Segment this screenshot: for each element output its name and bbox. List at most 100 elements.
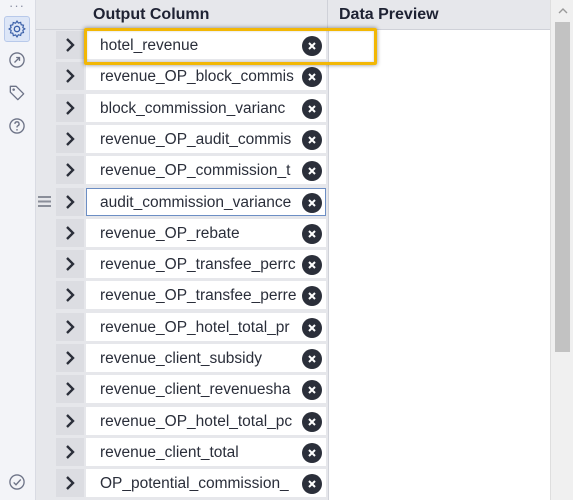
- chevron-right-icon: [66, 319, 75, 334]
- clear-field-icon[interactable]: [302, 98, 322, 119]
- expand-row-button[interactable]: [56, 344, 84, 372]
- output-column-field[interactable]: hotel_revenue: [86, 31, 326, 59]
- clear-field-icon[interactable]: [302, 442, 322, 463]
- table-row[interactable]: revenue_OP_audit_commis: [36, 124, 328, 155]
- chevron-right-icon: [66, 351, 75, 365]
- output-column-field[interactable]: revenue_client_revenuesha: [86, 375, 326, 404]
- output-column-name: revenue_OP_transfee_perre: [100, 287, 297, 305]
- clear-field-icon[interactable]: [302, 67, 322, 88]
- drag-handle-icon[interactable]: [36, 312, 53, 342]
- more-dots-icon[interactable]: ···: [9, 0, 25, 13]
- tag-icon[interactable]: [5, 81, 29, 105]
- output-column-name: revenue_OP_hotel_total_pc: [100, 412, 293, 430]
- chevron-right-icon: [66, 382, 75, 397]
- output-column-name: revenue_OP_rebate: [100, 224, 240, 242]
- output-column-name: revenue_client_revenuesha: [100, 381, 291, 399]
- chevron-right-icon: [66, 132, 75, 146]
- output-column-field[interactable]: revenue_OP_commission_t: [86, 156, 326, 185]
- drag-handle-icon[interactable]: [36, 468, 53, 498]
- drag-handle-icon[interactable]: [36, 218, 53, 248]
- scrollbar-thumb[interactable]: [555, 22, 570, 352]
- expand-row-button[interactable]: [56, 437, 84, 466]
- output-column-field[interactable]: revenue_OP_block_commis: [86, 62, 326, 91]
- drag-handle-icon[interactable]: [36, 280, 53, 310]
- table-row[interactable]: revenue_client_revenuesha: [36, 374, 328, 406]
- table-row[interactable]: hotel_revenue: [36, 30, 328, 61]
- drag-handle-icon[interactable]: [36, 61, 53, 91]
- table-row[interactable]: OP_potential_commission_: [36, 468, 328, 500]
- table-row[interactable]: revenue_client_subsidy: [36, 343, 328, 374]
- output-column-field[interactable]: audit_commission_variance: [86, 187, 326, 216]
- clear-field-icon[interactable]: [302, 380, 322, 401]
- expand-row-button[interactable]: [56, 469, 84, 498]
- expand-row-button[interactable]: [56, 312, 84, 341]
- drag-handle-icon[interactable]: [36, 406, 53, 436]
- output-column-field[interactable]: block_commission_varianc: [86, 93, 326, 122]
- vertical-scrollbar[interactable]: [550, 0, 573, 500]
- output-column-field[interactable]: revenue_OP_hotel_total_pr: [86, 312, 326, 341]
- drag-handle-icon[interactable]: [36, 124, 53, 154]
- clear-field-icon[interactable]: [302, 474, 322, 495]
- expand-row-button[interactable]: [56, 124, 84, 153]
- table-row[interactable]: revenue_OP_commission_t: [36, 155, 328, 187]
- table-row[interactable]: block_commission_varianc: [36, 93, 328, 124]
- expand-row-button[interactable]: [56, 281, 84, 310]
- expand-row-button[interactable]: [56, 62, 84, 91]
- table-row[interactable]: revenue_OP_rebate: [36, 218, 328, 249]
- data-preview-header[interactable]: Data Preview: [328, 0, 550, 30]
- chevron-right-icon: [66, 163, 75, 178]
- clear-field-icon[interactable]: [302, 286, 322, 307]
- drag-handle-icon[interactable]: [36, 249, 53, 279]
- output-column-field[interactable]: revenue_client_subsidy: [86, 344, 326, 372]
- table-row[interactable]: revenue_OP_transfee_perre: [36, 280, 328, 312]
- drag-handle-icon[interactable]: [36, 30, 53, 60]
- drag-handle-icon[interactable]: [36, 343, 53, 373]
- expand-row-button[interactable]: [56, 375, 84, 404]
- clear-field-icon[interactable]: [302, 349, 322, 369]
- scroll-up-arrow-icon[interactable]: [551, 0, 573, 22]
- drag-handle-icon[interactable]: [36, 155, 53, 185]
- expand-row-button[interactable]: [56, 187, 84, 216]
- drag-handle-icon[interactable]: [36, 374, 53, 404]
- clear-field-icon[interactable]: [302, 129, 322, 150]
- output-column-field[interactable]: OP_potential_commission_: [86, 469, 326, 498]
- output-column-field[interactable]: revenue_OP_hotel_total_pc: [86, 406, 326, 435]
- clear-field-icon[interactable]: [302, 161, 322, 182]
- clear-field-icon[interactable]: [302, 223, 322, 244]
- table-row[interactable]: revenue_OP_hotel_total_pr: [36, 312, 328, 343]
- output-column-field[interactable]: revenue_OP_transfee_perre: [86, 281, 326, 310]
- expand-row-button[interactable]: [56, 406, 84, 435]
- chevron-right-icon: [66, 445, 75, 459]
- help-icon[interactable]: [5, 114, 29, 138]
- drag-handle-icon[interactable]: [36, 437, 53, 467]
- drag-handle-icon[interactable]: [36, 187, 53, 217]
- clear-field-icon[interactable]: [302, 192, 322, 213]
- expand-row-button[interactable]: [56, 218, 84, 247]
- expand-row-button[interactable]: [56, 156, 84, 185]
- output-column-field[interactable]: revenue_client_total: [86, 437, 326, 466]
- expand-row-button[interactable]: [56, 250, 84, 279]
- table-row[interactable]: audit_commission_variance: [36, 187, 328, 218]
- chevron-right-icon: [66, 194, 75, 209]
- clear-field-icon[interactable]: [302, 255, 322, 276]
- check-circle-icon[interactable]: [5, 470, 29, 494]
- expand-row-button[interactable]: [56, 93, 84, 122]
- gear-icon[interactable]: [4, 16, 30, 42]
- clear-field-icon[interactable]: [302, 36, 322, 56]
- target-arrow-icon[interactable]: [5, 48, 29, 72]
- clear-field-icon[interactable]: [302, 317, 322, 338]
- table-row[interactable]: revenue_client_total: [36, 437, 328, 468]
- table-row[interactable]: revenue_OP_transfee_perrc: [36, 249, 328, 281]
- output-column-field[interactable]: revenue_OP_transfee_perrc: [86, 250, 326, 279]
- chevron-right-icon: [66, 413, 75, 428]
- drag-handle-icon[interactable]: [36, 93, 53, 123]
- chevron-right-icon: [66, 476, 75, 491]
- output-column-field[interactable]: revenue_OP_audit_commis: [86, 124, 326, 153]
- expand-row-button[interactable]: [56, 31, 84, 59]
- table-row[interactable]: revenue_OP_block_commis: [36, 61, 328, 93]
- output-column-header[interactable]: Output Column: [86, 0, 328, 30]
- table-row[interactable]: revenue_OP_hotel_total_pc: [36, 406, 328, 437]
- chevron-right-icon: [66, 69, 75, 84]
- clear-field-icon[interactable]: [302, 411, 322, 432]
- output-column-field[interactable]: revenue_OP_rebate: [86, 218, 326, 247]
